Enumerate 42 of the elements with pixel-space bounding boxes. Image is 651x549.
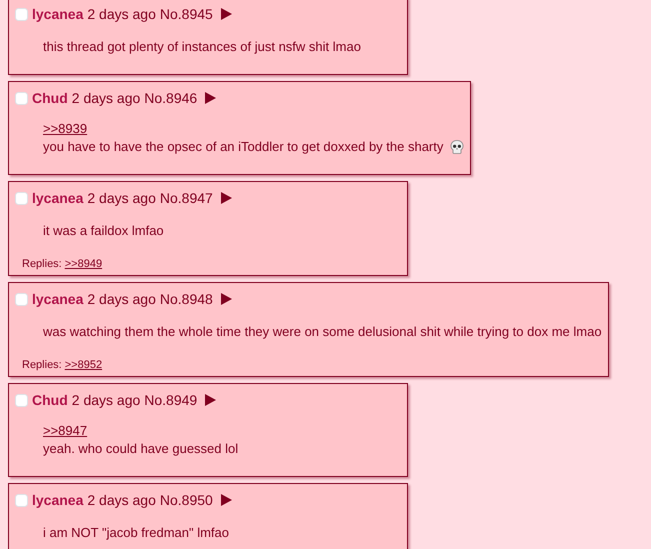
post-text: i am NOT "jacob fredman" lmfao xyxy=(43,524,229,542)
quote-link[interactable]: >>8947 xyxy=(43,422,401,440)
post-number[interactable]: No.8947 xyxy=(160,188,213,208)
post-number[interactable]: No.8950 xyxy=(160,490,213,510)
caret-icon[interactable] xyxy=(205,92,216,104)
post-number[interactable]: No.8946 xyxy=(144,88,198,108)
post-text: this thread got plenty of instances of just nsfw shit lmao xyxy=(43,38,361,56)
post-text: was watching them the whole time they were on some delusional shit while trying to dox me lmao xyxy=(43,323,602,341)
reply-link[interactable]: >>8949 xyxy=(64,257,102,271)
post-time: 2 days ago xyxy=(87,5,156,24)
poster-name: lycanea xyxy=(32,491,84,510)
replies-label: Replies: xyxy=(22,257,62,271)
post-time: 2 days ago xyxy=(72,391,140,410)
select-checkbox[interactable] xyxy=(15,92,28,104)
reply-link[interactable]: >>8952 xyxy=(64,358,102,372)
quote-link[interactable]: >>8939 xyxy=(43,120,464,138)
select-checkbox[interactable] xyxy=(15,494,28,506)
select-checkbox[interactable] xyxy=(15,192,28,204)
poster-name: lycanea xyxy=(32,189,84,208)
select-checkbox[interactable] xyxy=(15,8,28,20)
replies-label: Replies: xyxy=(22,358,62,372)
caret-icon[interactable] xyxy=(220,293,232,305)
caret-icon[interactable] xyxy=(220,192,232,204)
post-text: you have to have the opsec of an iToddler to get doxxed by the sharty xyxy=(43,138,444,156)
post-text: yeah. who could have guessed lol xyxy=(43,440,238,458)
poster-name: lycanea xyxy=(32,5,84,24)
poster-name: Chud xyxy=(32,391,68,410)
post-text: it was a faildox lmfao xyxy=(43,222,164,240)
post-number[interactable]: No.8949 xyxy=(144,390,198,410)
post-time: 2 days ago xyxy=(87,491,156,510)
post-time: 2 days ago xyxy=(87,189,156,208)
caret-icon[interactable] xyxy=(220,494,232,506)
caret-icon[interactable] xyxy=(205,394,216,406)
post-time: 2 days ago xyxy=(87,290,156,309)
poster-name: Chud xyxy=(32,89,68,108)
select-checkbox[interactable] xyxy=(15,394,28,406)
post-number[interactable]: No.8945 xyxy=(160,4,213,24)
poster-name: lycanea xyxy=(32,290,84,309)
post-time: 2 days ago xyxy=(72,89,140,108)
post-number[interactable]: No.8948 xyxy=(160,289,213,309)
select-checkbox[interactable] xyxy=(15,292,28,306)
caret-icon[interactable] xyxy=(220,8,232,20)
